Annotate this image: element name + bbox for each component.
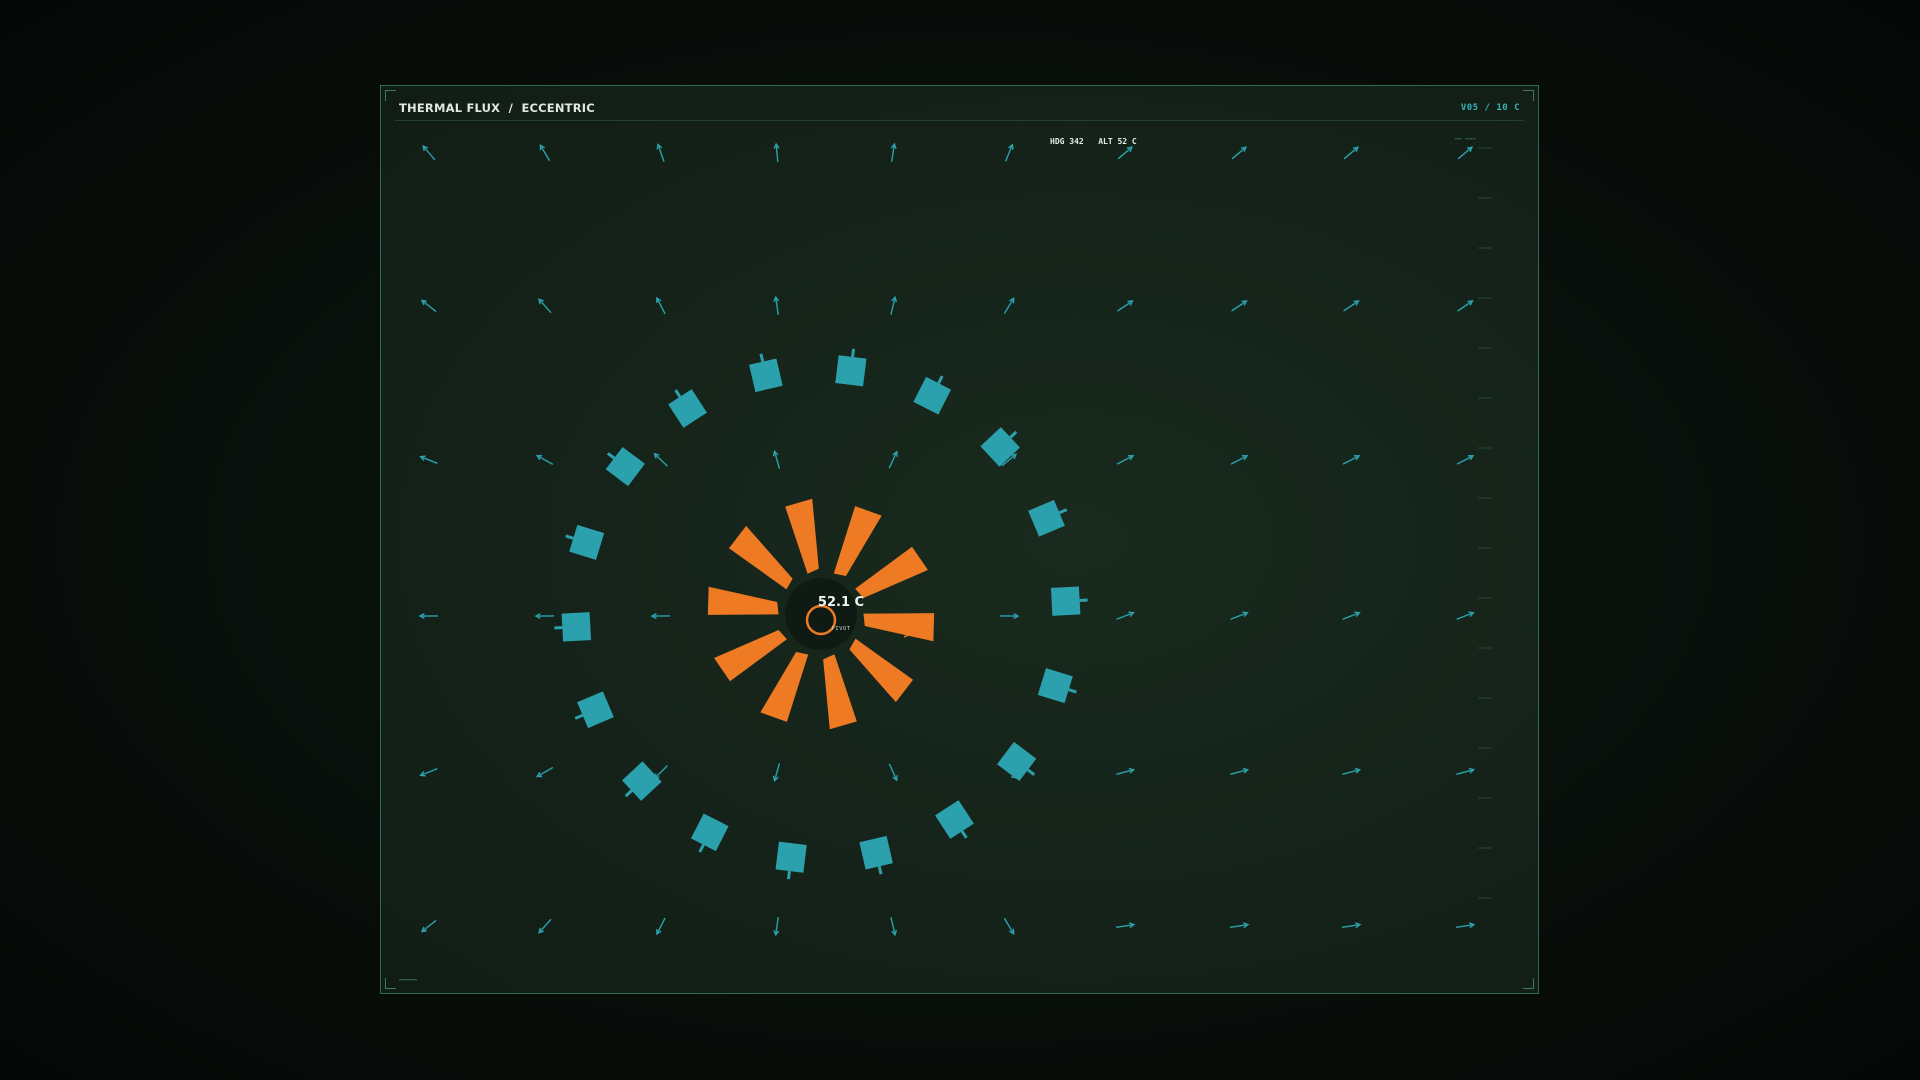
field-vector-arrow-icon <box>535 766 554 778</box>
field-vector-arrow-icon <box>1456 611 1475 620</box>
field-vector-arrow-icon <box>1230 767 1250 775</box>
field-vector-arrow-icon <box>890 917 898 937</box>
field-vector-arrow-icon <box>1116 767 1136 775</box>
field-vector-arrow-icon <box>1230 611 1249 620</box>
flux-field <box>418 142 1476 937</box>
outer-marker-tabbed-square-icon <box>668 389 707 428</box>
field-vector-arrow-icon <box>1342 767 1362 775</box>
field-vector-arrow-icon <box>535 454 554 465</box>
field-vector-arrow-icon <box>420 919 437 933</box>
inner-flare-ray <box>707 586 779 615</box>
field-vector-arrow-icon <box>890 295 898 315</box>
field-vector-arrow-icon <box>656 917 666 936</box>
outer-marker-tabbed-square-icon <box>913 375 952 415</box>
outer-marker-tabbed-square-icon <box>980 427 1020 467</box>
field-vector-arrow-icon <box>419 767 438 777</box>
field-vector-arrow-icon <box>1343 146 1360 160</box>
field-vector-arrow-icon <box>1342 455 1361 465</box>
field-vector-arrow-icon <box>656 143 665 162</box>
field-vector-arrow-icon <box>773 916 780 937</box>
field-vector-arrow-icon <box>418 613 439 620</box>
outer-marker-tabbed-square-icon <box>1050 586 1088 616</box>
outer-marker-tabbed-square-icon <box>749 353 783 393</box>
field-vector-arrow-icon <box>1230 455 1249 465</box>
field-vector-arrow-icon <box>1115 922 1136 929</box>
inner-flare-ray <box>849 638 914 703</box>
field-vector-arrow-icon <box>1003 917 1015 935</box>
outer-marker-tabbed-square-icon <box>859 835 893 875</box>
field-vector-arrow-icon <box>419 455 438 464</box>
field-vector-arrow-icon <box>653 452 668 467</box>
field-vector-arrow-icon <box>1229 922 1250 929</box>
field-vector-arrow-icon <box>539 144 551 162</box>
inner-flare-ray <box>760 651 809 722</box>
field-vector-arrow-icon <box>1457 146 1474 160</box>
center-temperature-readout: 52.1 C <box>817 595 865 610</box>
field-vector-arrow-icon <box>888 763 898 782</box>
inner-flare-ray <box>728 525 793 590</box>
outer-marker-tabbed-square-icon <box>1028 499 1068 537</box>
field-vector-arrow-icon <box>1116 611 1135 620</box>
thermal-flux-panel: THERMAL FLUX / ECCENTRIC V05 / 10 C HDG … <box>380 85 1539 994</box>
inner-flare-ray <box>833 506 882 577</box>
field-vector-arrow-icon <box>656 296 666 315</box>
field-vector-arrow-icon <box>1343 300 1360 312</box>
field-vector-arrow-icon <box>999 613 1020 620</box>
field-vector-arrow-icon <box>538 918 552 934</box>
outer-marker-tabbed-square-icon <box>565 524 605 560</box>
field-vector-arrow-icon <box>422 145 436 161</box>
field-vector-arrow-icon <box>1003 297 1015 315</box>
field-vector-arrow-icon <box>1117 146 1134 160</box>
field-vector-arrow-icon <box>538 298 552 314</box>
field-vector-arrow-icon <box>1231 146 1248 160</box>
inner-flare-ray <box>823 654 857 730</box>
pivot-disk <box>785 578 857 650</box>
outer-marker-tabbed-square-icon <box>622 761 662 801</box>
field-vector-arrow-icon <box>773 295 780 316</box>
field-vector-arrow-icon <box>772 449 781 469</box>
field-vector-arrow-icon <box>1455 922 1476 929</box>
outer-marker-tabbed-square-icon <box>605 446 645 487</box>
outer-marker-tabbed-square-icon <box>1037 668 1077 704</box>
field-vector-arrow-icon <box>1117 300 1134 312</box>
outer-marker-tabbed-square-icon <box>690 813 729 853</box>
field-vector-arrow-icon <box>1456 767 1476 775</box>
field-vector-arrow-icon <box>1004 143 1014 162</box>
field-vector-arrow-icon <box>650 613 671 620</box>
field-vector-arrow-icon <box>1457 300 1474 312</box>
center-sub-label: PIVOT <box>831 626 851 632</box>
outer-marker-tabbed-square-icon <box>935 800 974 839</box>
field-vector-arrow-icon <box>1231 300 1248 312</box>
field-vector-arrow-icon <box>773 142 780 163</box>
field-vector-arrow-icon <box>420 299 437 313</box>
field-vector-arrow-icon <box>888 450 898 469</box>
field-vector-arrow-icon <box>1342 611 1361 620</box>
outer-marker-tabbed-square-icon <box>574 691 614 729</box>
field-vector-arrow-icon <box>890 142 897 163</box>
field-vector-arrow-icon <box>1341 922 1362 929</box>
field-vector-arrow-icon <box>1456 455 1475 465</box>
outer-marker-tabbed-square-icon <box>835 348 867 387</box>
field-vector-arrow-icon <box>534 613 555 620</box>
inner-flare-ray <box>714 630 787 682</box>
inner-flare-ray <box>785 498 819 574</box>
field-vector-arrow-icon <box>1116 455 1135 465</box>
outer-marker-tabbed-square-icon <box>997 741 1037 782</box>
outer-marker-tabbed-square-icon <box>775 841 807 880</box>
outer-marker-tabbed-square-icon <box>554 612 592 642</box>
field-vector-arrow-icon <box>772 763 781 783</box>
